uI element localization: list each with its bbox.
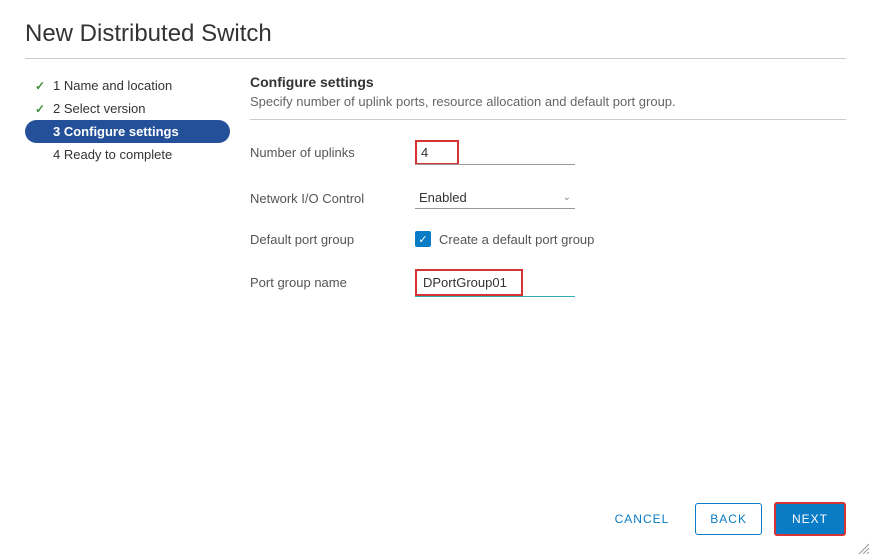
pg-name-label: Port group name xyxy=(250,275,415,290)
row-default-pg: Default port group ✓ Create a default po… xyxy=(250,231,846,247)
wizard-steps: ✓ 1 Name and location ✓ 2 Select version… xyxy=(25,74,230,487)
nio-label: Network I/O Control xyxy=(250,191,415,206)
row-uplinks: Number of uplinks xyxy=(250,140,846,165)
back-button[interactable]: BACK xyxy=(695,503,762,535)
input-underline xyxy=(415,296,575,297)
default-pg-label: Default port group xyxy=(250,232,415,247)
row-pg-name: Port group name xyxy=(250,269,846,296)
uplinks-label: Number of uplinks xyxy=(250,145,415,160)
row-nio: Network I/O Control Enabled ⌄ xyxy=(250,187,846,209)
uplinks-input[interactable] xyxy=(415,140,459,165)
pg-name-input[interactable] xyxy=(415,269,523,296)
default-pg-checkbox-label: Create a default port group xyxy=(439,232,594,247)
step-label: 1 Name and location xyxy=(53,78,172,93)
default-pg-checkbox[interactable]: ✓ xyxy=(415,231,431,247)
step-label: 4 Ready to complete xyxy=(53,147,172,162)
cancel-button[interactable]: CANCEL xyxy=(601,504,684,534)
check-icon: ✓ xyxy=(33,79,47,93)
resize-handle-icon[interactable] xyxy=(857,542,869,554)
input-underline xyxy=(415,164,575,165)
section-desc: Specify number of uplink ports, resource… xyxy=(250,94,846,120)
step-label: 2 Select version xyxy=(53,101,146,116)
step-configure-settings[interactable]: ✓ 3 Configure settings xyxy=(25,120,230,143)
step-ready-complete[interactable]: ✓ 4 Ready to complete xyxy=(25,143,230,166)
check-icon: ✓ xyxy=(33,102,47,116)
step-name-location[interactable]: ✓ 1 Name and location xyxy=(25,74,230,97)
wizard-dialog: New Distributed Switch ✓ 1 Name and loca… xyxy=(0,0,871,556)
section-title: Configure settings xyxy=(250,74,846,90)
step-select-version[interactable]: ✓ 2 Select version xyxy=(25,97,230,120)
dialog-title: New Distributed Switch xyxy=(25,20,846,59)
next-button[interactable]: NEXT xyxy=(774,502,846,536)
chevron-down-icon: ⌄ xyxy=(563,192,571,203)
main-panel: Configure settings Specify number of upl… xyxy=(250,74,846,487)
step-label: 3 Configure settings xyxy=(53,124,179,139)
nio-select[interactable]: Enabled ⌄ xyxy=(415,187,575,209)
nio-value: Enabled xyxy=(419,190,467,205)
dialog-content: ✓ 1 Name and location ✓ 2 Select version… xyxy=(25,74,846,487)
dialog-footer: CANCEL BACK NEXT xyxy=(25,487,846,536)
